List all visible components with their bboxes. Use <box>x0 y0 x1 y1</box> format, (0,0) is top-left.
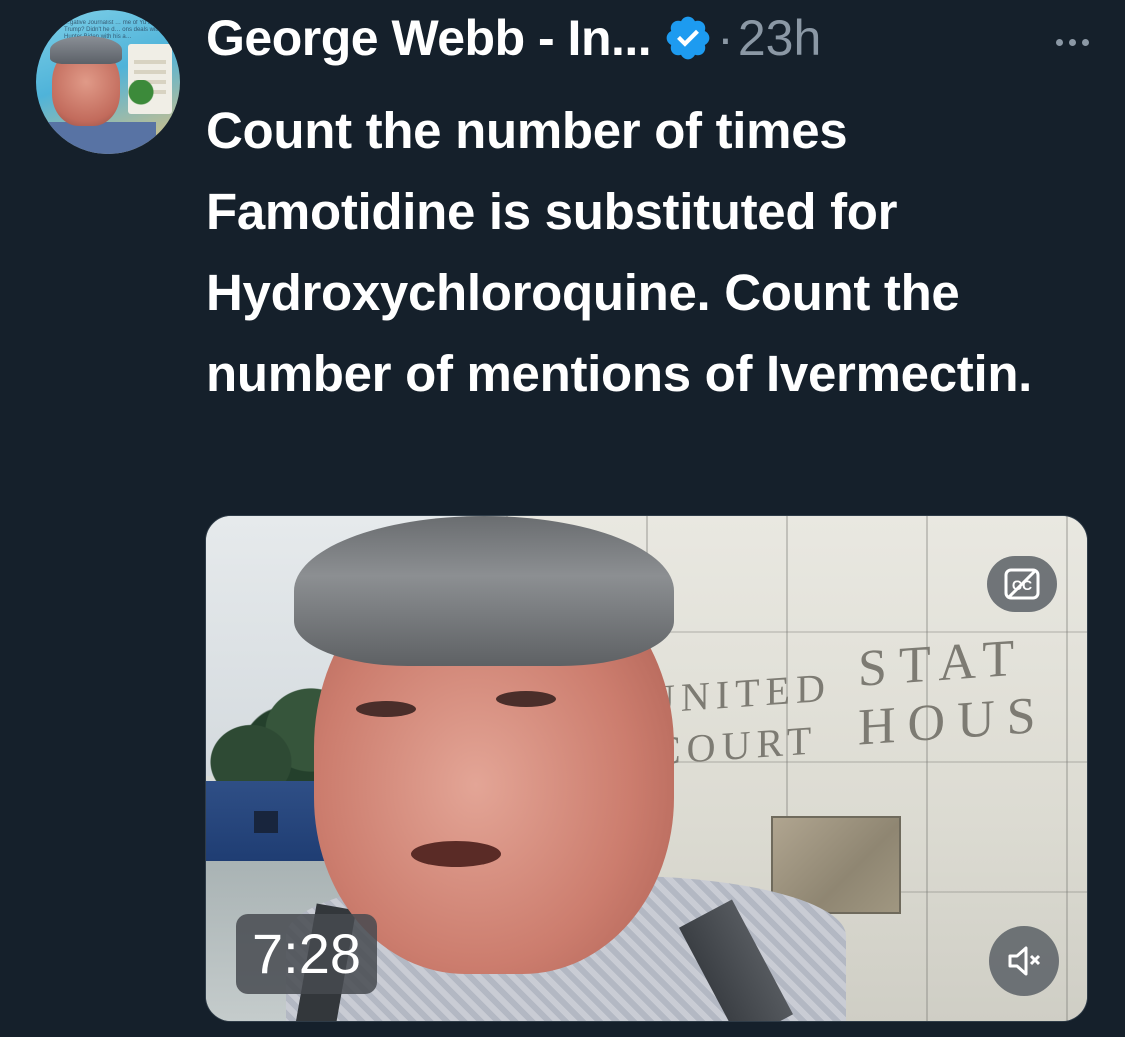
tweet[interactable]: …gative Journalist … me of Yu to Trump? … <box>0 0 1125 1037</box>
video-person-eye-left <box>356 701 416 717</box>
tweet-text: Count the number of times Famotidine is … <box>206 102 1033 402</box>
courthouse-text-house: HOUS <box>858 686 1048 757</box>
closed-captions-off-icon: CC <box>1004 568 1040 600</box>
avatar-hair <box>50 36 122 64</box>
separator-dot: · <box>717 10 734 66</box>
video-player[interactable]: UNITED STAT COURT HOUS CC 7:28 <box>205 515 1088 1022</box>
avatar[interactable]: …gative Journalist … me of Yu to Trump? … <box>36 10 180 154</box>
video-person-eye-right <box>496 691 556 707</box>
avatar-palm <box>126 80 156 120</box>
more-options-button[interactable] <box>1056 30 1089 54</box>
courthouse-lettering: UNITED STAT COURT HOUS <box>646 626 1087 774</box>
author-name[interactable]: George Webb - In... <box>206 9 652 67</box>
avatar-shirt <box>36 122 156 154</box>
mute-toggle-button[interactable] <box>989 926 1059 996</box>
video-person-mouth <box>411 841 501 867</box>
timestamp[interactable]: 23h <box>738 9 821 67</box>
video-person-hair <box>294 516 674 666</box>
verified-badge-icon <box>666 16 710 60</box>
more-dot-icon <box>1069 38 1076 46</box>
tweet-header: George Webb - In... · 23h <box>206 6 1089 70</box>
more-dot-icon <box>1056 38 1063 46</box>
more-dot-icon <box>1082 38 1089 46</box>
speaker-muted-icon <box>1008 946 1041 976</box>
video-duration-badge: 7:28 <box>236 914 377 994</box>
closed-captions-button[interactable]: CC <box>987 556 1057 612</box>
courthouse-text-united: UNITED <box>646 664 831 723</box>
courthouse-text-court: COURT <box>654 717 818 774</box>
